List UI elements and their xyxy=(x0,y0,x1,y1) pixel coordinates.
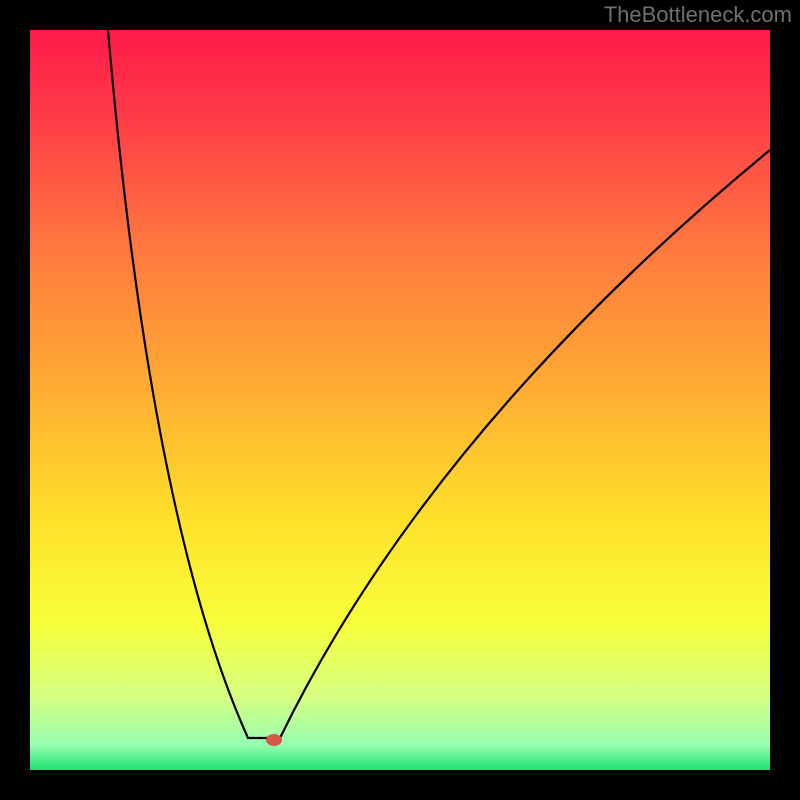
optimal-point-marker xyxy=(266,734,282,746)
chart-root: TheBottleneck.com xyxy=(0,0,800,800)
plot-background xyxy=(30,30,770,770)
attribution-text: TheBottleneck.com xyxy=(604,2,792,28)
chart-svg xyxy=(0,0,800,800)
